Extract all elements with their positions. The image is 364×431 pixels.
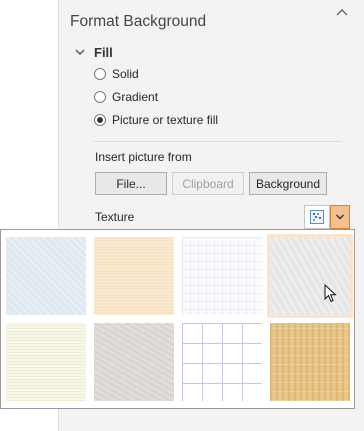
radio-label: Picture or texture fill — [112, 113, 219, 127]
oak-wood-texture-tile[interactable] — [270, 323, 350, 401]
texture-picker-button[interactable] — [304, 205, 330, 229]
fill-section-label: Fill — [94, 44, 113, 60]
graph-paper-texture-tile[interactable] — [182, 237, 262, 315]
clipboard-button[interactable]: Clipboard — [172, 172, 244, 195]
pane-title: Format Background — [70, 13, 207, 30]
chevron-down-icon — [75, 49, 85, 55]
divider — [94, 141, 342, 142]
blue-tissue-texture-tile[interactable] — [6, 237, 86, 315]
texture-gallery — [0, 229, 355, 409]
texture-swatch-icon — [310, 210, 324, 224]
mouse-cursor-icon — [324, 284, 337, 303]
chevron-down-icon — [336, 214, 344, 220]
radio-button[interactable] — [94, 91, 106, 103]
grid-texture-tile[interactable] — [182, 323, 262, 401]
gradient-fill-radio[interactable]: Gradient — [94, 90, 158, 104]
insert-picture-label: Insert picture from — [95, 150, 192, 164]
parchment-texture-tile[interactable] — [94, 237, 174, 315]
texture-dropdown-button[interactable] — [330, 205, 350, 229]
collapse-chevron-icon[interactable] — [330, 4, 354, 22]
solid-fill-radio[interactable]: Solid — [94, 67, 139, 81]
texture-label: Texture — [95, 210, 135, 224]
radio-button-selected[interactable] — [94, 114, 106, 126]
recycled-paper-texture-tile[interactable] — [94, 323, 174, 401]
radio-label: Gradient — [112, 90, 159, 104]
fill-section-header[interactable]: Fill — [74, 43, 113, 61]
background-button[interactable]: Background — [249, 172, 327, 195]
file-button[interactable]: File... — [95, 172, 167, 195]
picture-texture-fill-radio[interactable]: Picture or texture fill — [94, 113, 218, 127]
gray-stationery-texture-tile[interactable] — [267, 234, 353, 318]
radio-label: Solid — [112, 67, 139, 81]
radio-button[interactable] — [94, 68, 106, 80]
cream-linen-texture-tile[interactable] — [6, 323, 86, 401]
